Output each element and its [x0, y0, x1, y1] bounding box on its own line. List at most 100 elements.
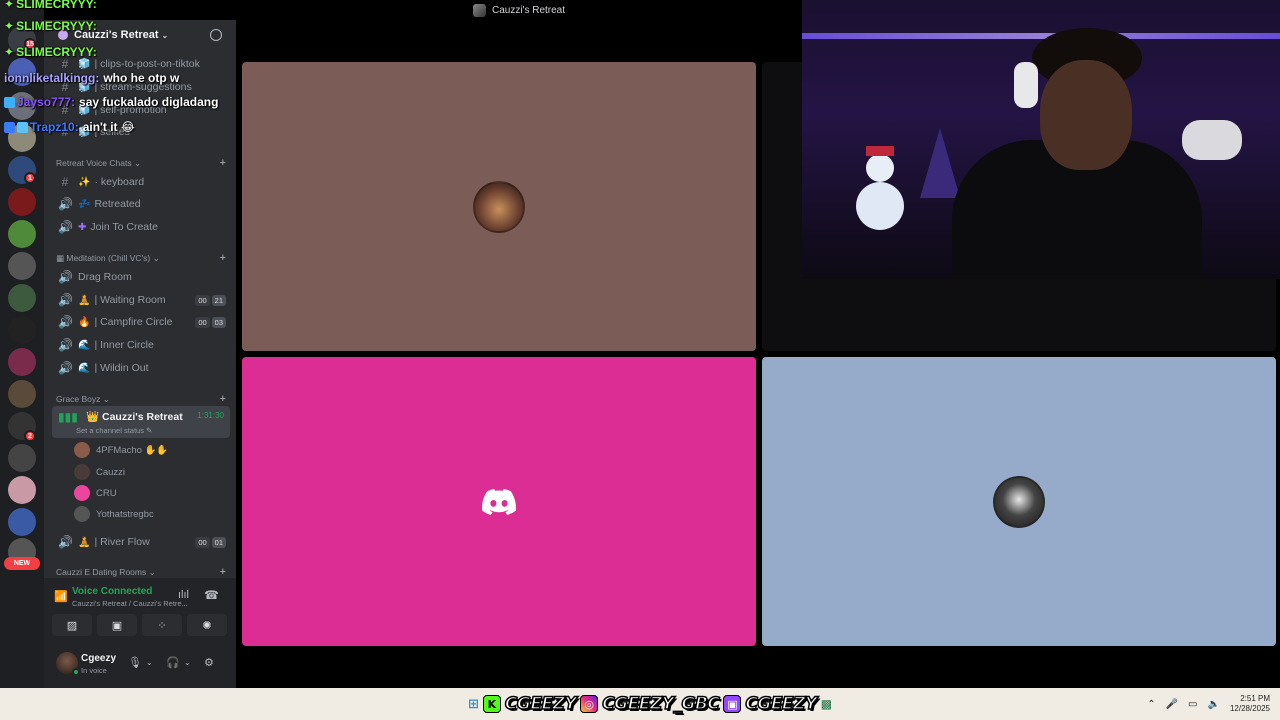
video-tile[interactable] [242, 357, 756, 646]
video-tile[interactable] [242, 62, 756, 351]
category-meditation[interactable]: ▦ Meditation (Chill VC's) ⌄ + [56, 251, 226, 265]
channel-emoji-icon: 💤 [78, 198, 91, 210]
category-voice[interactable]: Retreat Voice Chats ⌄ + [56, 156, 226, 170]
username[interactable]: Cgeezy [81, 653, 116, 664]
channel-inner-circle[interactable]: 🔊 🌊 | Inner Circle [52, 335, 230, 355]
channel-status[interactable]: Set a channel status ✎ [76, 426, 152, 435]
chevron-up-icon[interactable]: ⌃ [1147, 699, 1155, 710]
channel-name: Drag Room [78, 271, 132, 283]
headset [1014, 62, 1038, 108]
channel-wildin-out[interactable]: 🔊 🌊 | Wildin Out [52, 358, 230, 378]
social-handles: ⊞ K CGEEZY ◎ CGEEZY_GBC ▣ CGEEZY ▩ [468, 693, 832, 715]
chevron-down-icon[interactable]: ⌄ [146, 658, 153, 667]
server-icon[interactable] [8, 220, 36, 248]
channel-keyboard[interactable]: # ✨ · keyboard [52, 172, 230, 192]
user-count: 00 03 [195, 316, 226, 328]
server-icon[interactable] [8, 316, 36, 344]
add-channel-icon[interactable]: + [220, 252, 226, 264]
microphone-icon[interactable]: 🎙 [128, 656, 142, 669]
server-icon[interactable] [8, 348, 36, 376]
signal-icon[interactable]: 📶 [54, 590, 68, 603]
chat-message: Jayso777: say fuckalado digladang [4, 94, 218, 110]
subscriber-badge-icon [4, 96, 15, 108]
soundboard-button[interactable]: ✺ [187, 614, 227, 636]
voice-member[interactable]: Yothatstregbc [74, 505, 154, 523]
server-icon[interactable] [8, 380, 36, 408]
add-channel-icon[interactable]: + [220, 393, 226, 405]
wave-icon: 🌊 [78, 339, 91, 351]
subscriber-badge-icon [4, 121, 15, 133]
sparkle-icon: ✦ [4, 45, 15, 59]
speaker-icon: 🔊 [58, 270, 73, 284]
user-panel: Cgeezy In voice 🎙 ⌄ 🎧 ⌄ ⚙ [44, 642, 236, 688]
server-icon[interactable] [8, 476, 36, 504]
user-status: In voice [81, 666, 107, 675]
speaker-icon: 🔊 [58, 220, 73, 234]
microphone-prop [1182, 120, 1242, 160]
noise-suppression-icon[interactable]: ılıl [178, 589, 189, 601]
avatar [74, 442, 90, 458]
voice-member[interactable]: 4PFMacho ✋✋ [74, 441, 168, 459]
activities-button[interactable]: ⁘ [142, 614, 182, 636]
speaker-icon: 🔊 [58, 361, 73, 375]
chevron-down-icon[interactable]: ⌄ [184, 658, 191, 667]
chat-message: ionnliketalkingg: who he otp w [4, 71, 180, 85]
network-icon[interactable]: ▭ [1188, 699, 1197, 710]
server-icon[interactable] [8, 252, 36, 280]
channel-name: | Inner Circle [94, 339, 154, 351]
user-count: 00 21 [195, 294, 226, 306]
avatar [74, 485, 90, 501]
channel-drag-room[interactable]: 🔊 Drag Room [52, 267, 230, 287]
add-channel-icon[interactable]: + [220, 566, 226, 578]
snowman-decoration [856, 146, 904, 230]
unread-badge: 1 [24, 172, 36, 184]
camera-button[interactable]: ▨ [52, 614, 92, 636]
channel-campfire-circle[interactable]: 🔊 🔥 | Campfire Circle 00 03 [52, 312, 230, 332]
unread-badge: 2 [24, 430, 36, 442]
chat-message: ✦ SLIMECRYYY: [4, 19, 97, 33]
sparkle-icon: ✨ [78, 176, 91, 188]
avatar [74, 506, 90, 522]
headphones-icon[interactable]: 🎧 [166, 656, 180, 669]
server-icon[interactable] [8, 508, 36, 536]
channel-name: · keyboard [94, 176, 145, 188]
active-voice-channel[interactable]: ▮▮▮ 👑 Cauzzi's Retreat 1:31:30 Set a cha… [52, 406, 230, 438]
system-clock[interactable]: 2:51 PM 12/28/2025 [1230, 694, 1270, 714]
speaker-icon: 🔊 [58, 338, 73, 352]
server-icon[interactable] [8, 444, 36, 472]
channel-retreated[interactable]: 🔊 💤 Retreated [52, 194, 230, 214]
speaker-icon: 🔊 [58, 535, 73, 549]
screenshare-button[interactable]: ▣ [97, 614, 137, 636]
voice-connected-panel: 📶 Voice Connected Cauzzi's Retreat / Cau… [44, 578, 236, 642]
microphone-icon[interactable]: 🎤 [1166, 699, 1178, 710]
category-grace-boyz[interactable]: Grace Boyz ⌄ + [56, 392, 226, 406]
led-strip [802, 33, 1280, 39]
channel-river-flow[interactable]: 🔊 🧘 | River Flow 00 01 [52, 532, 230, 552]
add-channel-icon[interactable]: + [220, 157, 226, 169]
speaker-icon: 🔊 [58, 315, 73, 329]
clock-date: 12/28/2025 [1229, 704, 1270, 713]
category-label: Meditation (Chill VC's) [66, 252, 151, 263]
system-tray: ⌃ 🎤 ▭ 🔈 2:51 PM 12/28/2025 [1147, 694, 1270, 714]
stream-banner: ⊞ K CGEEZY ◎ CGEEZY_GBC ▣ CGEEZY ▩ ⌃ 🎤 ▭… [0, 688, 1280, 720]
channel-emoji-icon: 🧘 [78, 294, 91, 306]
camera-off-icon: ▨ [66, 619, 78, 632]
participant-avatar [993, 475, 1045, 528]
volume-icon[interactable]: 🔈 [1208, 699, 1220, 710]
video-tile[interactable] [762, 357, 1276, 646]
subscriber-badge-icon [17, 121, 28, 133]
channel-name: | River Flow [94, 536, 150, 548]
server-icon[interactable] [8, 188, 36, 216]
voice-member[interactable]: Cauzzi [74, 463, 125, 481]
channel-waiting-room[interactable]: 🔊 🧘 | Waiting Room 00 21 [52, 290, 230, 310]
channel-join-to-create[interactable]: 🔊 ✚ Join To Create [52, 217, 230, 237]
gear-icon[interactable]: ⚙ [204, 656, 214, 669]
chat-message: Trapz10: ain't it 😂 [4, 119, 135, 135]
voice-status[interactable]: Voice Connected [72, 586, 152, 597]
avatar [74, 464, 90, 480]
category-dating[interactable]: Cauzzi E Dating Rooms ⌄ + [56, 565, 226, 579]
voice-member[interactable]: CRU [74, 484, 117, 502]
new-pill[interactable]: NEW [4, 557, 40, 570]
disconnect-icon[interactable]: ☎ [204, 588, 219, 602]
server-icon[interactable] [8, 284, 36, 312]
